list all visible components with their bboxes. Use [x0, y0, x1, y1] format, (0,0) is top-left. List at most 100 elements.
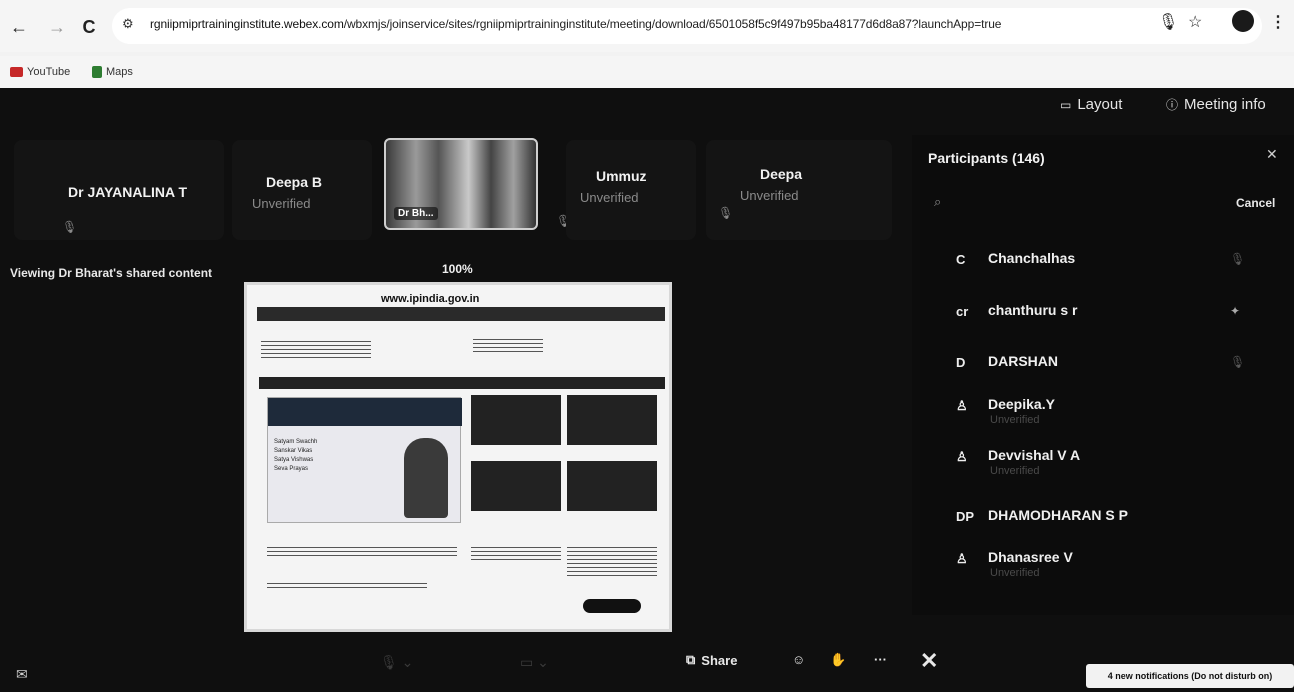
participant-name: Devvishal V A	[988, 447, 1081, 463]
shared-text-block	[267, 547, 457, 559]
layout-icon: ▭	[1060, 97, 1072, 112]
participant-name: DARSHAN	[988, 353, 1058, 369]
video-button[interactable]: ▭ ⌄	[520, 654, 549, 671]
shared-text-block	[471, 547, 561, 561]
close-icon[interactable]: ✕	[1266, 146, 1278, 163]
participant-list-item[interactable]: DP DHAMODHARAN S P	[950, 507, 1270, 547]
shared-text-block	[473, 339, 543, 355]
unverified-badge: Unverified	[990, 414, 1040, 426]
profile-avatar[interactable]	[1232, 10, 1254, 32]
unverified-badge: Unverified	[740, 188, 799, 203]
search-icon: ⌕	[934, 194, 942, 209]
unverified-badge: Unverified	[990, 567, 1040, 579]
reactions-button[interactable]: ☺	[792, 652, 805, 667]
participant-list-item[interactable]: D DARSHAN 🎙	[950, 353, 1270, 393]
mic-muted-icon: 🎙	[62, 220, 78, 234]
avatar: D	[956, 355, 966, 370]
chat-icon[interactable]: ✉	[16, 666, 28, 683]
leave-meeting-button[interactable]: ✕	[920, 648, 938, 674]
participant-tile[interactable]	[232, 140, 372, 240]
participant-tile[interactable]	[706, 140, 892, 240]
url-text[interactable]: rgniipmiprtraininginstitute.webex.com/wb…	[150, 17, 1001, 31]
shared-card	[567, 461, 657, 511]
mic-muted-icon: 🎙	[1230, 252, 1246, 266]
participant-list-item[interactable]: ♙ Devvishal V A Unverified	[950, 447, 1270, 487]
participant-search-input[interactable]	[928, 192, 1218, 216]
meeting-info-button[interactable]: ⓘ Meeting info	[1166, 96, 1266, 113]
share-icon: ⧉	[686, 652, 696, 667]
participant-list-item[interactable]: ♙ Dhanasree V Unverified	[950, 549, 1270, 589]
shared-card	[471, 395, 561, 445]
share-label: Share	[701, 652, 738, 668]
hero-line: Satya Vishwas	[274, 457, 314, 463]
participants-title: Participants (146)	[928, 150, 1045, 166]
mic-muted-icon: 🎙	[718, 206, 734, 220]
shared-hero-banner: Satyam Swachh Sanskar Vikas Satya Vishwa…	[267, 397, 462, 523]
participant-name: DHAMODHARAN S P	[988, 507, 1128, 523]
shared-button	[583, 599, 641, 613]
bookmark-youtube[interactable]: YouTube	[10, 66, 70, 78]
shared-card	[567, 395, 657, 445]
tile-name: Deepa	[760, 166, 803, 182]
viewing-shared-content-label: Viewing Dr Bharat's shared content	[10, 266, 213, 280]
reload-icon[interactable]: C	[78, 16, 100, 38]
participant-name: Chanchalhas	[988, 250, 1076, 266]
layout-button[interactable]: ▭ Layout	[1060, 96, 1122, 113]
more-options-button[interactable]: ···	[874, 652, 887, 667]
avatar: DP	[956, 509, 975, 524]
share-button[interactable]: ⧉ Share	[686, 652, 737, 668]
url-domain: rgniipmiprtraininginstitute.webex.com	[150, 17, 344, 31]
participant-list-item[interactable]: ♙ Deepika.Y Unverified	[950, 396, 1270, 436]
back-icon[interactable]: ←	[8, 16, 30, 38]
mic-active-icon: ✦	[1230, 304, 1241, 318]
unverified-badge: Unverified	[580, 190, 639, 205]
raise-hand-button[interactable]: ✋	[830, 652, 846, 668]
person-icon: ♙	[956, 551, 968, 566]
unverified-badge: Unverified	[252, 196, 311, 211]
hero-line: Seva Prayas	[274, 466, 309, 472]
cancel-button[interactable]: Cancel	[1236, 196, 1275, 210]
participant-name: Dhanasree V	[988, 549, 1073, 565]
layout-label: Layout	[1077, 96, 1123, 113]
hero-line: Satyam Swachh	[274, 439, 318, 445]
notification-toast[interactable]: 4 new notifications (Do not disturb on)	[1086, 664, 1294, 688]
participant-name: chanthuru s r	[988, 302, 1078, 318]
info-icon: ⓘ	[1166, 98, 1179, 112]
unverified-badge: Unverified	[990, 465, 1040, 477]
menu-kebab-icon[interactable]: ⋮	[1270, 12, 1286, 32]
shared-header-bar	[257, 307, 665, 321]
participant-list-item[interactable]: C Chanchalhas 🎙	[950, 250, 1270, 290]
mute-button[interactable]: 🎙 ⌄	[380, 654, 413, 671]
shared-text-block	[267, 583, 427, 591]
zoom-level[interactable]: 100%	[442, 262, 473, 276]
shared-text-block	[261, 341, 371, 359]
url-path: /wbxmjs/joinservice/sites/rgniipmiprtrai…	[343, 17, 1002, 31]
hero-line: Sanskar Vikas	[274, 448, 313, 454]
shared-site-title: www.ipindia.gov.in	[381, 293, 480, 305]
bookmark-star-icon[interactable]: ☆	[1188, 12, 1202, 32]
bookmarks-bar	[0, 56, 1294, 88]
bookmark-label: YouTube	[27, 66, 71, 78]
shared-text-block	[567, 547, 657, 579]
microphone-icon[interactable]: 🎙	[1158, 12, 1178, 32]
bookmark-maps[interactable]: Maps	[92, 66, 133, 78]
participant-name: Deepika.Y	[988, 396, 1055, 412]
tile-name: Dr JAYANALINA T	[68, 184, 188, 200]
shared-content[interactable]: www.ipindia.gov.in Satyam Swachh Sanskar…	[244, 282, 672, 632]
person-icon: ♙	[956, 449, 968, 464]
video-name-label: Dr Bh...	[394, 207, 438, 220]
participant-list-item[interactable]: cr chanthuru s r ✦	[950, 302, 1270, 342]
meeting-info-label: Meeting info	[1184, 96, 1266, 113]
avatar: C	[956, 252, 966, 267]
shared-nav-bar	[259, 377, 665, 389]
shared-card	[471, 461, 561, 511]
maps-icon	[92, 66, 102, 78]
tile-name: Ummuz	[596, 168, 647, 184]
mic-muted-icon: 🎙	[1230, 355, 1246, 369]
avatar: cr	[956, 304, 969, 319]
bookmark-label: Maps	[106, 66, 133, 78]
forward-icon[interactable]: →	[46, 16, 68, 38]
person-icon: ♙	[956, 398, 968, 413]
site-settings-icon[interactable]: ⚙	[122, 16, 134, 32]
youtube-icon	[10, 67, 23, 77]
